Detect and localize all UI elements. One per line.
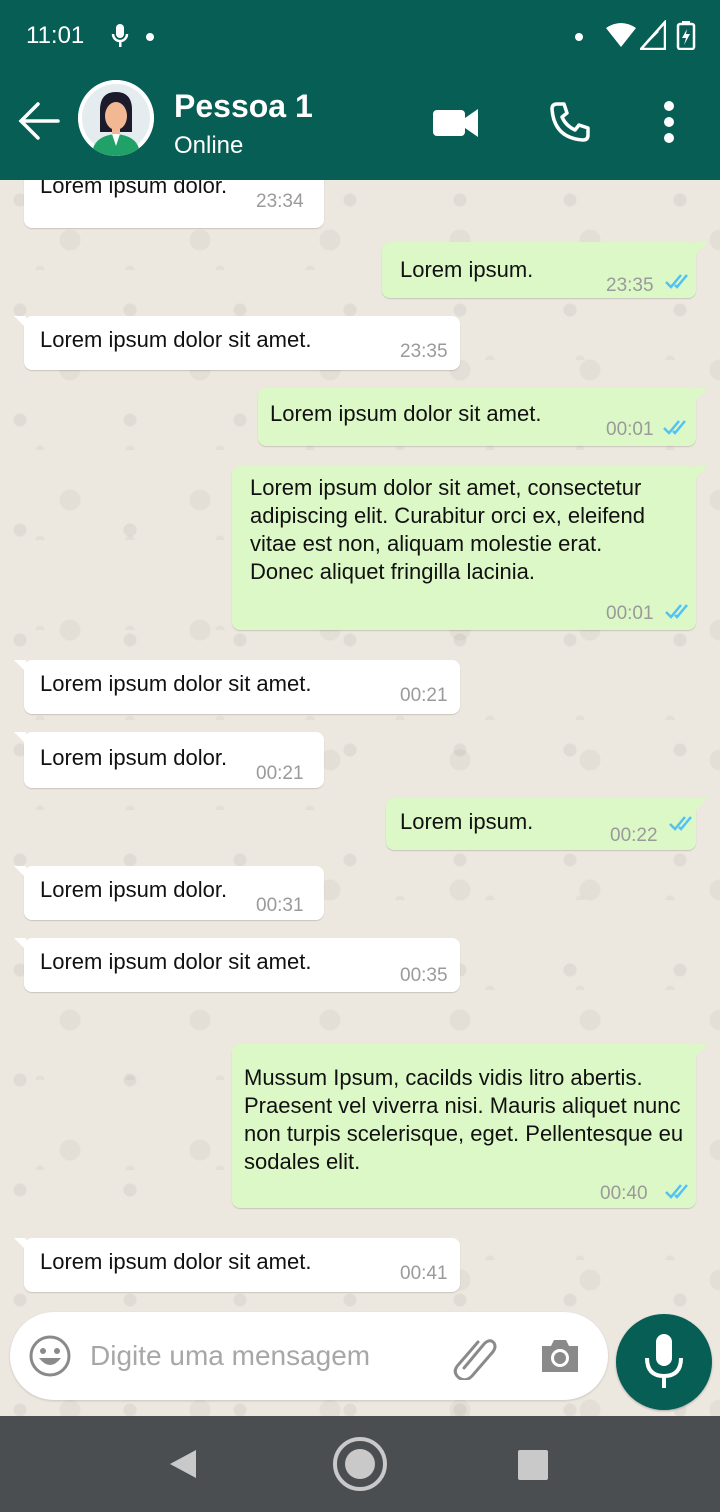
message-time: 00:21 [256,763,304,784]
message-time: 00:31 [256,895,304,916]
mic-icon [645,1334,683,1388]
attach-button[interactable] [450,1332,498,1382]
status-time: 11:01 [26,22,85,49]
avatar[interactable] [78,80,154,156]
contact-name[interactable]: Pessoa 1 [174,88,313,125]
system-nav-bar [0,1416,720,1512]
message-text: Lorem ipsum dolor. [40,745,228,770]
camera-button[interactable] [538,1336,582,1376]
message-time: 00:01 [606,419,654,440]
message-time: 00:40 [600,1183,648,1204]
more-vert-icon [664,101,674,143]
battery-charging-icon [676,20,696,55]
message-outgoing[interactable]: Lorem ipsum dolor sit amet. 00:01 [258,388,708,446]
double-check-icon [663,420,686,435]
message-time: 00:01 [606,603,654,624]
message-input[interactable] [90,1334,430,1378]
message-time: 00:35 [400,965,448,986]
double-check-icon [669,816,692,831]
message-text: Lorem ipsum dolor sit amet, consectetur … [250,475,645,584]
mic-status-icon [110,22,130,55]
status-bar: 11:01 [0,0,720,72]
notification-dot-icon [575,33,583,41]
message-time: 23:35 [400,341,448,362]
nav-home-button[interactable] [330,1434,390,1494]
voice-record-button[interactable] [616,1314,712,1410]
camera-icon [542,1340,578,1372]
double-check-icon [665,274,688,289]
message-incoming[interactable]: Lorem ipsum dolor sit amet. 00:41 [14,1238,460,1292]
voice-call-button[interactable] [548,100,592,144]
double-check-icon [665,604,688,619]
notification-dot-icon [146,33,154,41]
video-call-button[interactable] [430,100,482,144]
back-arrow-icon [18,102,60,140]
message-outgoing[interactable]: Lorem ipsum. 00:22 [386,798,708,850]
message-incoming[interactable]: Lorem ipsum dolor sit amet. 00:21 [14,660,460,714]
emoji-button[interactable] [28,1334,72,1378]
message-time: 23:34 [256,191,304,212]
message-text: Lorem ipsum dolor sit amet. [40,671,312,696]
double-check-icon [665,1184,688,1199]
nav-back-icon [170,1450,196,1478]
phone-icon [550,102,590,142]
message-incoming[interactable]: Lorem ipsum dolor sit amet. 23:35 [14,316,460,370]
nav-recents-button[interactable] [516,1448,550,1482]
message-outgoing[interactable]: Lorem ipsum. 23:35 [382,242,708,298]
video-call-icon [433,109,478,137]
nav-home-icon [333,1437,387,1491]
message-list[interactable]: Lorem ipsum dolor. 23:34 Lorem ipsum. 23… [0,180,720,1416]
message-time: 00:21 [400,685,448,706]
message-text: Lorem ipsum dolor sit amet. [40,327,312,352]
message-incoming[interactable]: Lorem ipsum dolor. 00:21 [14,732,324,788]
emoji-icon [29,1335,71,1377]
contact-status: Online [174,132,244,159]
message-incoming[interactable]: Lorem ipsum dolor. 00:31 [14,866,324,920]
signal-icon [638,18,667,55]
message-incoming[interactable]: Lorem ipsum dolor sit amet. 00:35 [14,938,460,992]
message-text: Lorem ipsum dolor. [40,877,228,902]
message-outgoing[interactable]: Lorem ipsum dolor sit amet, consectetur … [232,466,708,630]
nav-back-button[interactable] [164,1446,200,1482]
message-time: 23:35 [606,275,654,296]
message-incoming[interactable]: Lorem ipsum dolor. 23:34 [24,180,324,228]
message-time: 00:22 [610,825,658,846]
message-outgoing[interactable]: Mussum Ipsum, cacilds vidis litro aberti… [232,1044,708,1208]
message-text: Lorem ipsum. [400,257,534,282]
paperclip-icon [453,1339,497,1382]
nav-recents-icon [518,1450,548,1480]
composer [10,1312,608,1400]
wifi-icon [605,22,637,53]
back-button[interactable] [16,98,62,144]
message-text: Mussum Ipsum, cacilds vidis litro aberti… [244,1065,684,1174]
chat-header: Pessoa 1 Online [0,72,720,180]
message-text: Lorem ipsum. [400,809,534,834]
message-text: Lorem ipsum dolor sit amet. [40,1249,312,1274]
message-text: Lorem ipsum dolor sit amet. [270,401,542,426]
more-options-button[interactable] [652,98,686,146]
message-text: Lorem ipsum dolor sit amet. [40,949,312,974]
message-text: Lorem ipsum dolor. [40,180,228,198]
message-time: 00:41 [400,1263,448,1284]
